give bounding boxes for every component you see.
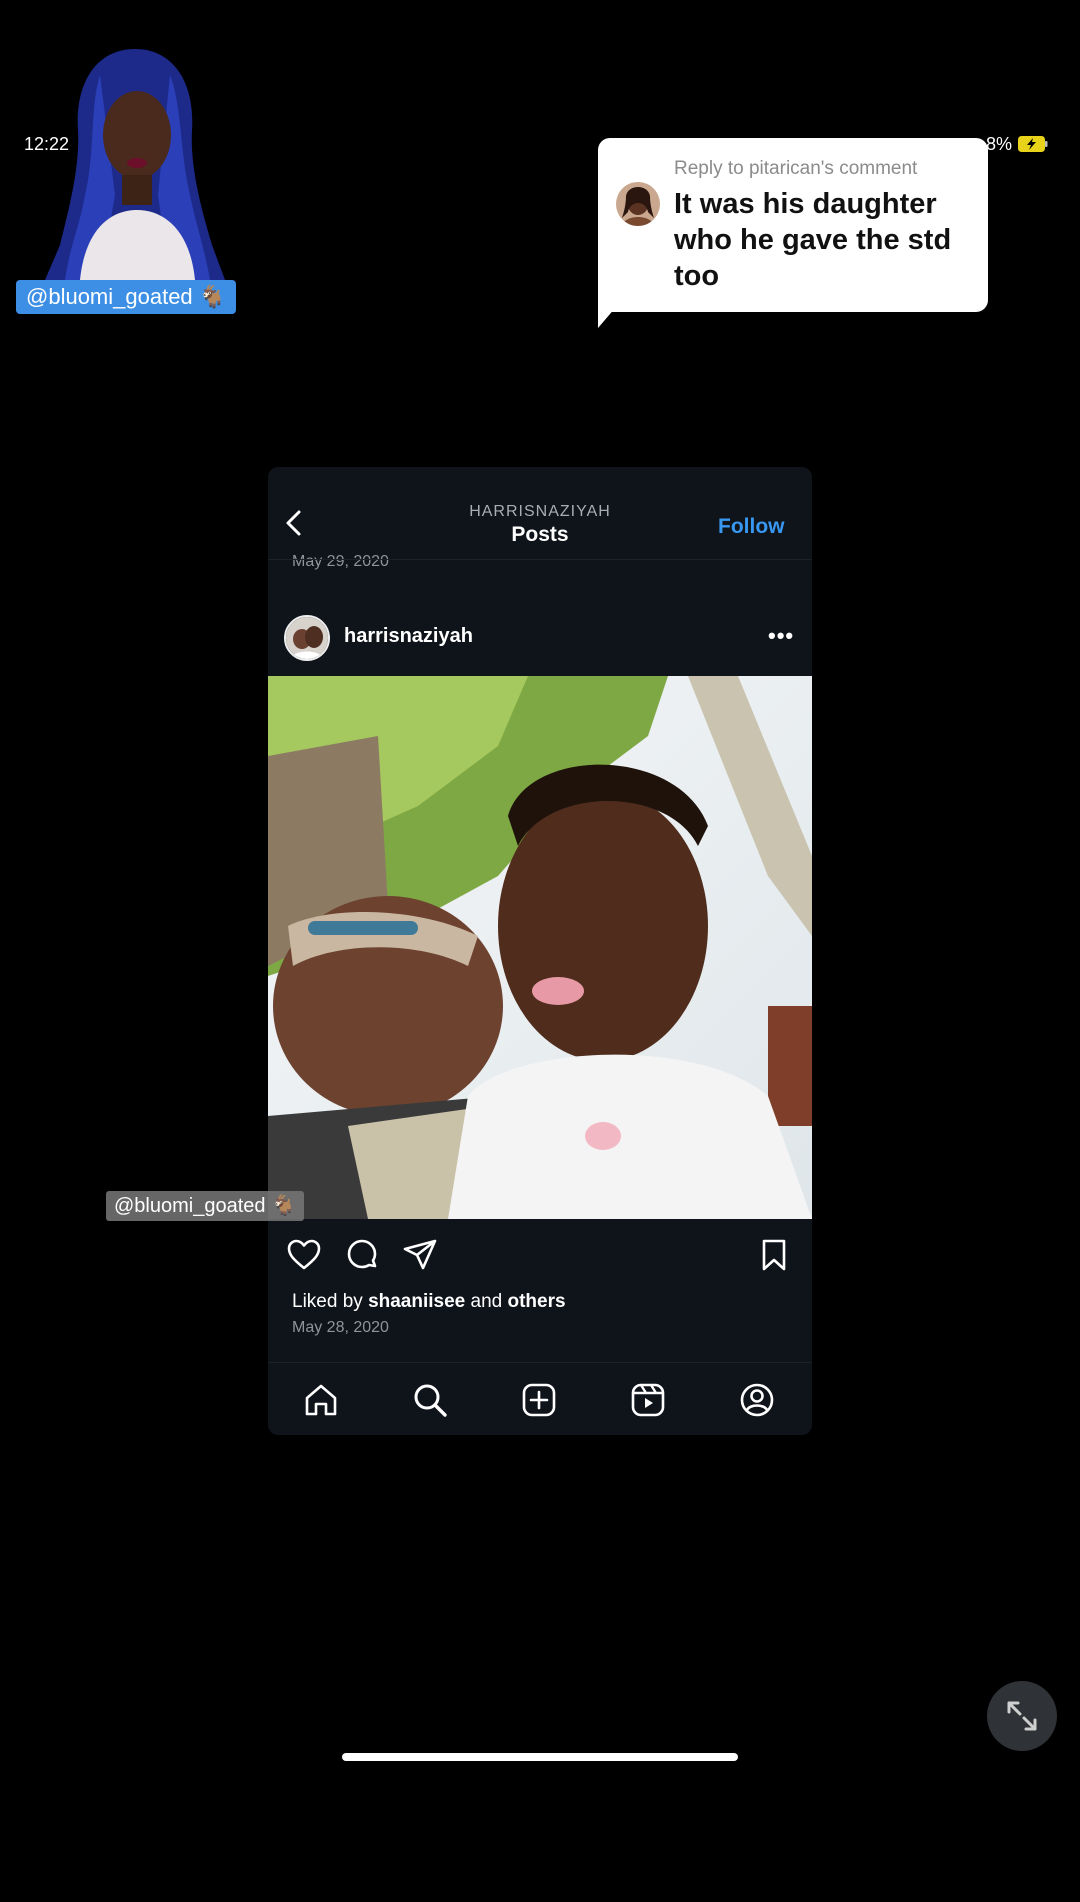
create-post-icon[interactable]	[520, 1381, 558, 1419]
search-icon[interactable]	[411, 1381, 449, 1419]
liked-by-others[interactable]: others	[508, 1291, 566, 1312]
reply-comment-text: It was his daughter who he gave the std …	[674, 188, 952, 292]
battery-icon	[1018, 136, 1048, 152]
follow-button[interactable]: Follow	[718, 515, 785, 539]
post-author-username[interactable]: harrisnaziyah	[344, 625, 473, 648]
liked-by-prefix: Liked by	[292, 1291, 363, 1312]
instagram-screenshot: HARRISNAZIYAH Posts Follow May 29, 2020 …	[268, 467, 812, 1435]
more-options-icon[interactable]: •••	[768, 623, 794, 649]
creator-avatar[interactable]	[40, 45, 230, 280]
post-photo[interactable]	[268, 676, 812, 1219]
liked-by-and: and	[470, 1291, 503, 1312]
creator-handle-badge[interactable]: @bluomi_goated 🐐	[16, 280, 237, 314]
like-heart-icon[interactable]	[286, 1237, 322, 1273]
home-icon[interactable]	[302, 1381, 340, 1419]
tab-bar-divider	[268, 1362, 812, 1363]
reels-icon[interactable]	[629, 1381, 667, 1419]
likes-summary[interactable]: Liked by shaaniisee and others	[292, 1291, 566, 1313]
expand-button[interactable]	[987, 1681, 1057, 1751]
save-bookmark-icon[interactable]	[756, 1237, 792, 1273]
reply-header: Reply to pitarican's comment	[674, 158, 918, 179]
post-author-avatar[interactable]	[284, 615, 330, 661]
reply-bubble-tail	[598, 300, 622, 328]
comment-icon[interactable]	[344, 1237, 380, 1273]
profile-icon[interactable]	[738, 1381, 776, 1419]
previous-post-date: May 29, 2020	[292, 553, 389, 570]
expand-arrows-icon	[1007, 1701, 1037, 1731]
post-date: May 28, 2020	[292, 1319, 389, 1336]
battery-percent: 8%	[986, 134, 1013, 154]
creator-watermark-handle: @bluomi_goated 🐐	[106, 1191, 304, 1221]
share-send-icon[interactable]	[402, 1237, 438, 1273]
liked-by-user[interactable]: shaaniisee	[368, 1291, 465, 1312]
home-indicator[interactable]	[342, 1753, 738, 1761]
nav-divider	[268, 559, 812, 560]
commenter-avatar	[616, 182, 660, 226]
